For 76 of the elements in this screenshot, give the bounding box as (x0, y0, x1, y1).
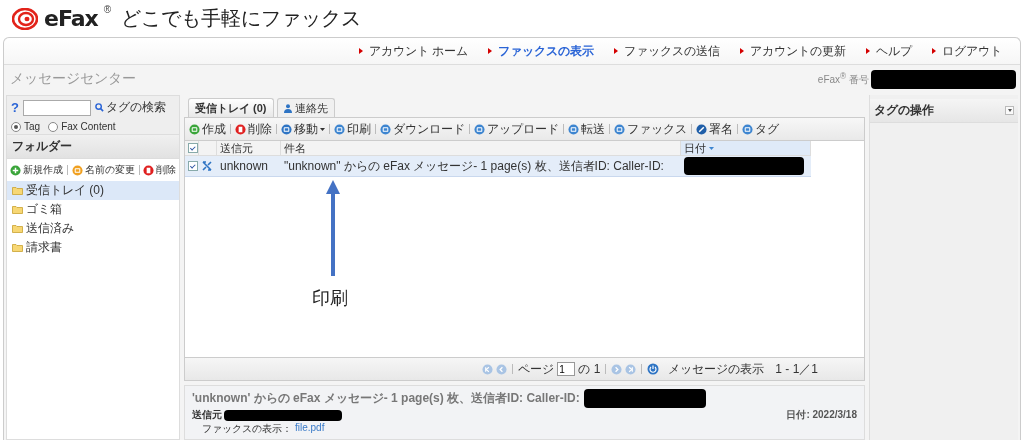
help-icon[interactable]: ? (11, 100, 19, 115)
toolbar-button[interactable]: 作成 (189, 120, 226, 138)
bullet-icon (614, 48, 618, 54)
sort-caret-icon (709, 146, 714, 150)
folder-icon (12, 205, 23, 214)
column-header[interactable]: 日付 (681, 141, 811, 156)
next-page-icon[interactable] (611, 363, 623, 375)
page-number-field[interactable]: 1 (557, 362, 576, 376)
subject-cell: "unknown" からの eFax メッセージ- 1 page(s) 枚、送信者ID: Caller-ID: (281, 156, 681, 177)
messages-shown-label: メッセージの表示 (668, 360, 765, 378)
tab[interactable]: 連絡先 (276, 98, 335, 117)
previous-page-icon[interactable] (496, 363, 508, 375)
toolbar-button[interactable]: タグ (742, 120, 779, 138)
toolbar-button[interactable]: ファックス (614, 120, 687, 138)
tag-search-field[interactable] (22, 99, 91, 116)
refresh-icon[interactable] (647, 363, 660, 375)
folder-item[interactable]: 送信済み (7, 219, 179, 238)
tag-actions-header: タグの操作 (874, 102, 934, 119)
plus-icon (10, 164, 21, 176)
page-title: メッセージセンター (10, 70, 136, 88)
toolbar-button[interactable]: ダウンロード (380, 120, 465, 138)
toolbar-button[interactable]: 印刷 (334, 120, 371, 138)
nav-link[interactable]: ファックスの表示 (488, 42, 594, 60)
bullet-icon (358, 48, 363, 54)
toolbar-button[interactable]: 削除 (235, 120, 272, 138)
tagline: どこでも手軽にファックス (121, 6, 362, 31)
view-fax-label: ファックスの表示： (202, 422, 292, 436)
search-icon (94, 103, 104, 112)
bullet-icon (932, 48, 936, 54)
file-link[interactable]: file.pdf (295, 422, 325, 436)
brand-name: eFax (44, 6, 98, 31)
bullet-icon (488, 48, 492, 54)
row-checkbox[interactable] (188, 161, 198, 171)
search-mode-radio[interactable]: Fax Content (48, 121, 116, 132)
tag-search-button[interactable]: タグの検索 (94, 99, 166, 116)
folder-icon (12, 224, 23, 233)
bullet-icon (740, 48, 744, 54)
first-page-icon[interactable] (482, 363, 494, 375)
nav-link[interactable]: アカウント ホーム (358, 42, 468, 60)
page-label: ページ (518, 360, 555, 378)
folder-action-button[interactable]: 名前の変更 (71, 163, 135, 177)
message-range: 1 - 1／1 (775, 360, 818, 378)
annotation-label: 印刷 (312, 287, 348, 310)
account-number-label: eFax$^{®}$ 番号 (817, 70, 869, 88)
nav-link[interactable]: ヘルプ (866, 42, 912, 60)
page-total: の 1 (578, 360, 601, 378)
pen-icon (696, 123, 707, 135)
search-mode-radio[interactable]: Tag (11, 121, 41, 132)
message-date: 日付: 2022/3/18 (786, 408, 857, 422)
folder-item[interactable]: ゴミ箱 (7, 200, 179, 219)
folder-item[interactable]: 受信トレイ (0) (7, 181, 179, 200)
folder-action-button[interactable]: 新規作成 (10, 163, 63, 177)
sender-cell: unknown (217, 156, 281, 177)
column-header[interactable]: 送信元 (217, 141, 281, 156)
folder-action-button[interactable]: 削除 (143, 163, 176, 177)
tab[interactable]: 受信トレイ (0) (188, 98, 274, 117)
dropdown-button[interactable] (1005, 106, 1014, 115)
registered-mark: ® (103, 4, 112, 15)
toolbar-button[interactable]: 転送 (568, 120, 605, 138)
nav-link[interactable]: アカウントの更新 (740, 42, 846, 60)
preview-subject: 'unknown' からの eFax メッセージ- 1 page(s) 枚、送信者ID: Caller-ID: (192, 390, 580, 407)
toolbar-button[interactable]: 署名 (696, 120, 733, 138)
bullet-icon (866, 48, 870, 54)
nav-link[interactable]: ファックスの送信 (614, 42, 720, 60)
folder-item[interactable]: 請求書 (7, 238, 179, 257)
column-header[interactable]: 件名 (281, 141, 681, 156)
folders-header: フォルダー (7, 134, 179, 159)
folder-icon (12, 243, 23, 252)
folder-icon (12, 186, 23, 195)
toolbar-button[interactable]: アップロード (474, 120, 559, 138)
toolbar-button[interactable]: 移動 (281, 120, 325, 138)
nav-link[interactable]: ログアウト (932, 42, 1002, 60)
spiral-logo-icon (12, 7, 38, 30)
sender-label: 送信元 (192, 408, 222, 422)
person-icon (283, 103, 292, 113)
last-page-icon[interactable] (625, 363, 637, 375)
